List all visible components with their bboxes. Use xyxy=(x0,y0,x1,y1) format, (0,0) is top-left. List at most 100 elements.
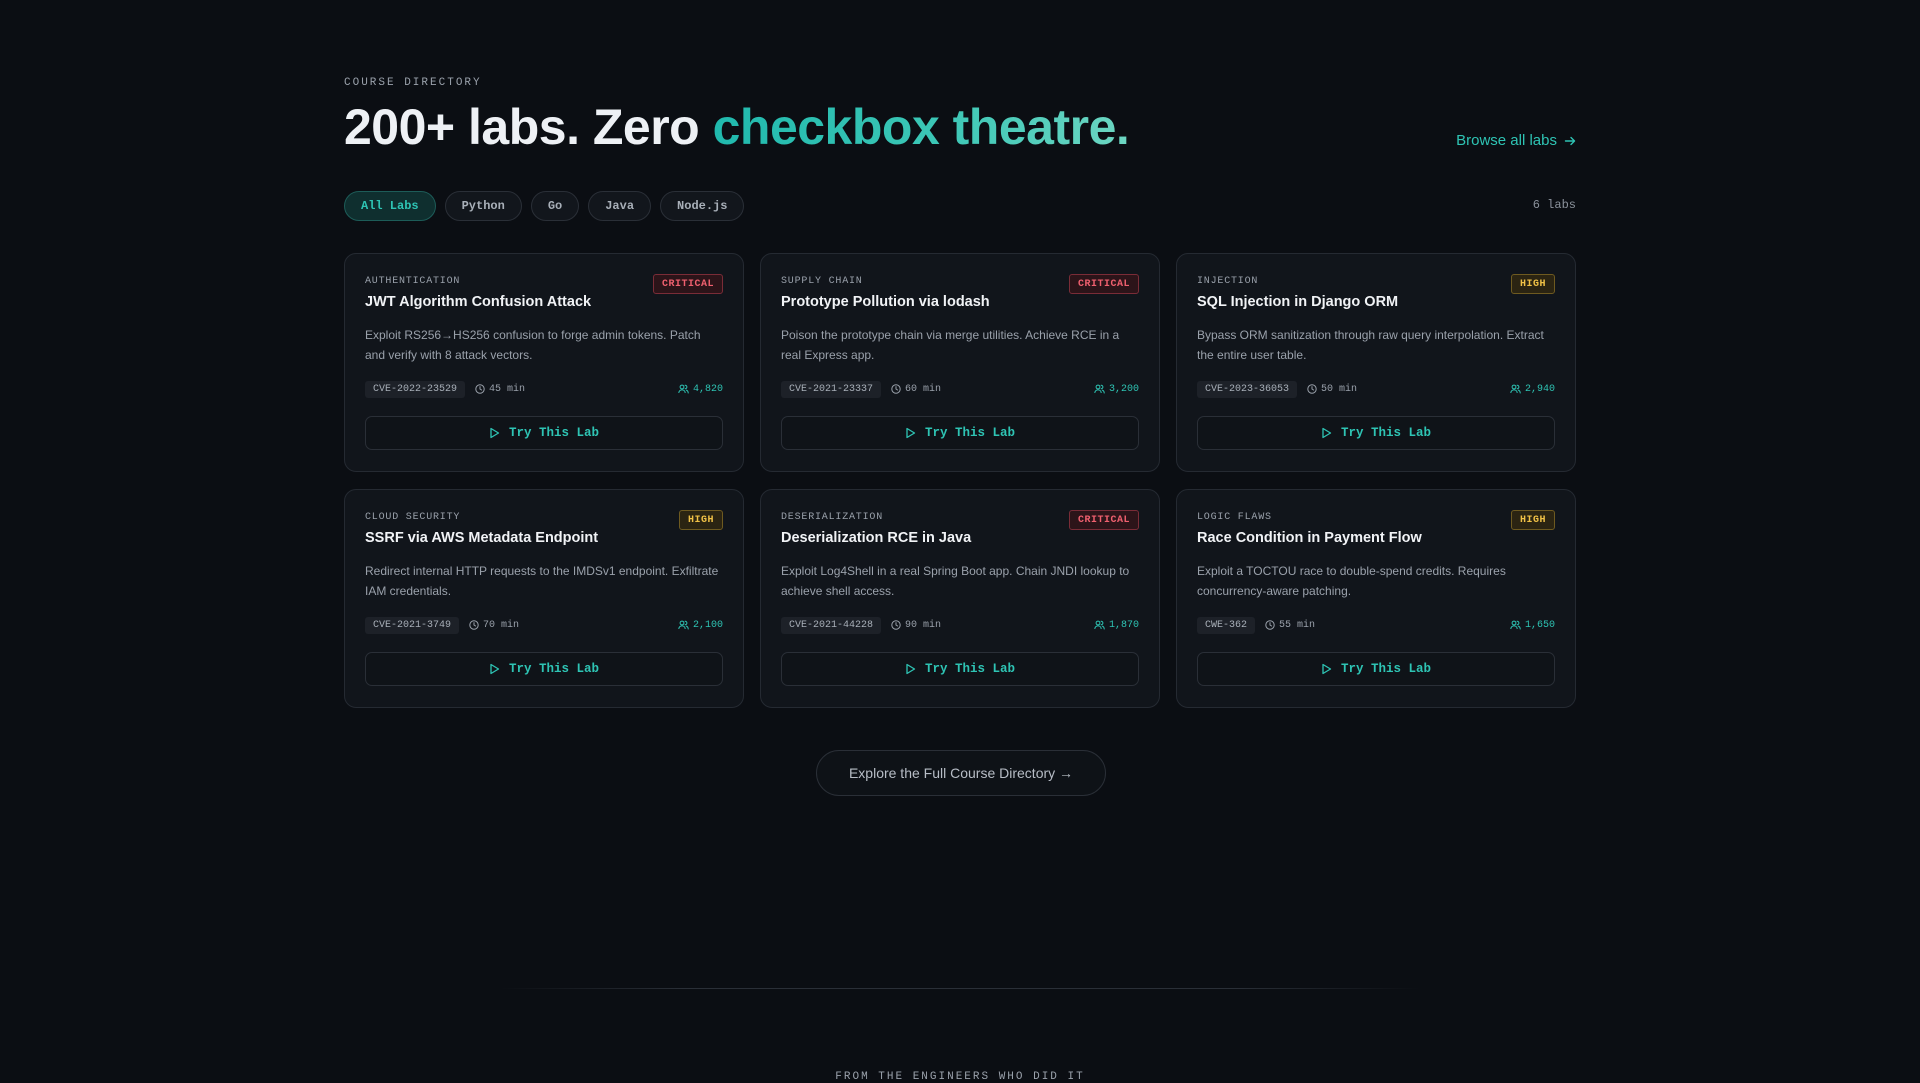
clock-icon xyxy=(1265,620,1275,630)
clock-icon xyxy=(469,620,479,630)
try-lab-label: Try This Lab xyxy=(1340,662,1431,676)
lab-meta: CVE-2021-44228 90 min 1,870 xyxy=(781,616,1139,634)
lab-card: DESERIALIZATION Deserialization RCE in J… xyxy=(760,489,1160,708)
lab-category: LOGIC FLAWS xyxy=(1197,512,1272,523)
play-icon xyxy=(1321,427,1332,439)
try-lab-button[interactable]: Try This Lab xyxy=(781,652,1139,686)
lab-count: 6 labs xyxy=(1532,198,1576,212)
severity-badge: CRITICAL xyxy=(1068,274,1139,294)
lab-title: Deserialization RCE in Java xyxy=(781,530,972,546)
clock-icon xyxy=(1307,384,1317,394)
section-eyebrow: COURSE DIRECTORY xyxy=(344,77,482,89)
language-filter-bar: All Labs Python Go Java Node.js xyxy=(344,191,745,221)
try-lab-label: Try This Lab xyxy=(924,426,1015,440)
lab-description: Exploit Log4Shell in a real Spring Boot … xyxy=(781,564,1130,598)
play-icon xyxy=(489,427,500,439)
lab-meta: CVE-2021-23337 60 min 3,200 xyxy=(781,380,1139,398)
duration-label: 60 min xyxy=(905,383,942,395)
lab-description: Bypass ORM sanitization through raw quer… xyxy=(1197,328,1544,362)
lab-meta: CVE-2023-36053 50 min 2,940 xyxy=(1197,380,1555,398)
try-lab-label: Try This Lab xyxy=(508,662,599,676)
lab-card: CLOUD SECURITY SSRF via AWS Metadata End… xyxy=(344,489,744,708)
lab-title: Prototype Pollution via lodash xyxy=(781,294,990,310)
users-icon xyxy=(678,384,689,394)
play-icon xyxy=(1321,663,1332,675)
filter-chip-all-labs[interactable]: All Labs xyxy=(344,191,436,221)
try-lab-button[interactable]: Try This Lab xyxy=(365,652,723,686)
lab-card-grid: AUTHENTICATION JWT Algorithm Confusion A… xyxy=(344,253,1576,708)
testimonials-eyebrow: FROM THE ENGINEERS WHO DID IT xyxy=(835,1071,1085,1083)
try-lab-button[interactable]: Try This Lab xyxy=(781,416,1139,450)
lab-title: JWT Algorithm Confusion Attack xyxy=(365,294,592,310)
lab-category: INJECTION xyxy=(1197,276,1259,287)
try-lab-button[interactable]: Try This Lab xyxy=(365,416,723,450)
duration: 70 min xyxy=(469,620,519,631)
clock-icon xyxy=(475,384,485,394)
lab-meta: CVE-2021-3749 70 min 2,100 xyxy=(365,616,723,634)
lab-title: SSRF via AWS Metadata Endpoint xyxy=(365,530,599,546)
enrolled-users: 2,100 xyxy=(678,620,723,631)
lab-card: SUPPLY CHAIN Prototype Pollution via lod… xyxy=(760,253,1160,472)
arrow-right-icon xyxy=(1564,135,1576,147)
filter-chip-go[interactable]: Go xyxy=(530,191,580,221)
filter-chip-python[interactable]: Python xyxy=(444,191,522,221)
cve-tag: CWE-362 xyxy=(1197,616,1256,634)
filter-chip-nodejs[interactable]: Node.js xyxy=(660,191,745,221)
severity-badge: HIGH xyxy=(678,510,723,530)
browse-all-labs-link[interactable]: Browse all labs xyxy=(1456,132,1576,149)
users-icon xyxy=(678,620,689,630)
play-icon xyxy=(905,663,916,675)
severity-badge: HIGH xyxy=(1510,510,1555,530)
lab-description: Exploit a TOCTOU race to double-spend cr… xyxy=(1197,564,1506,598)
users-count: 3,200 xyxy=(1108,383,1139,395)
play-icon xyxy=(905,427,916,439)
cve-tag: CVE-2022-23529 xyxy=(365,380,466,398)
severity-badge: HIGH xyxy=(1510,274,1555,294)
enrolled-users: 4,820 xyxy=(678,384,723,395)
duration: 90 min xyxy=(891,620,941,631)
browse-all-labs-label: Browse all labs xyxy=(1456,132,1557,149)
page-title: 200+ labs. Zero checkbox theatre. xyxy=(344,98,1130,156)
try-lab-label: Try This Lab xyxy=(1340,426,1431,440)
duration-label: 55 min xyxy=(1279,619,1316,631)
cve-tag: CVE-2021-44228 xyxy=(781,616,882,634)
users-count: 2,940 xyxy=(1524,383,1555,395)
lab-meta: CWE-362 55 min 1,650 xyxy=(1197,616,1555,634)
users-icon xyxy=(1094,620,1105,630)
lab-meta: CVE-2022-23529 45 min 4,820 xyxy=(365,380,723,398)
try-lab-button[interactable]: Try This Lab xyxy=(1197,652,1555,686)
lab-card: LOGIC FLAWS Race Condition in Payment Fl… xyxy=(1176,489,1576,708)
lab-description: Exploit RS256→HS256 confusion to forge a… xyxy=(365,328,701,362)
cve-tag: CVE-2021-23337 xyxy=(781,380,882,398)
duration-label: 50 min xyxy=(1321,383,1358,395)
filter-chip-java[interactable]: Java xyxy=(588,191,652,221)
lab-title: Race Condition in Payment Flow xyxy=(1197,530,1422,546)
users-count: 4,820 xyxy=(692,383,723,395)
cve-tag: CVE-2021-3749 xyxy=(365,616,460,634)
try-lab-label: Try This Lab xyxy=(508,426,599,440)
duration: 50 min xyxy=(1307,384,1357,395)
try-lab-label: Try This Lab xyxy=(924,662,1015,676)
duration-label: 90 min xyxy=(905,619,942,631)
title-lead: 200+ labs. Zero xyxy=(344,99,713,155)
lab-card: AUTHENTICATION JWT Algorithm Confusion A… xyxy=(344,253,744,472)
users-icon xyxy=(1094,384,1105,394)
cve-tag: CVE-2023-36053 xyxy=(1197,380,1298,398)
lab-description: Poison the prototype chain via merge uti… xyxy=(781,328,1120,362)
play-icon xyxy=(489,663,500,675)
explore-directory-button[interactable]: Explore the Full Course Directory → xyxy=(816,750,1106,796)
users-icon xyxy=(1510,384,1521,394)
lab-title: SQL Injection in Django ORM xyxy=(1197,294,1399,310)
users-count: 1,650 xyxy=(1524,619,1555,631)
enrolled-users: 1,650 xyxy=(1510,620,1555,631)
enrolled-users: 1,870 xyxy=(1094,620,1139,631)
duration-label: 70 min xyxy=(483,619,520,631)
duration: 55 min xyxy=(1265,620,1315,631)
lab-card: INJECTION SQL Injection in Django ORM HI… xyxy=(1176,253,1576,472)
try-lab-button[interactable]: Try This Lab xyxy=(1197,416,1555,450)
clock-icon xyxy=(891,384,901,394)
enrolled-users: 3,200 xyxy=(1094,384,1139,395)
duration-label: 45 min xyxy=(489,383,526,395)
lab-category: CLOUD SECURITY xyxy=(365,512,461,523)
enrolled-users: 2,940 xyxy=(1510,384,1555,395)
